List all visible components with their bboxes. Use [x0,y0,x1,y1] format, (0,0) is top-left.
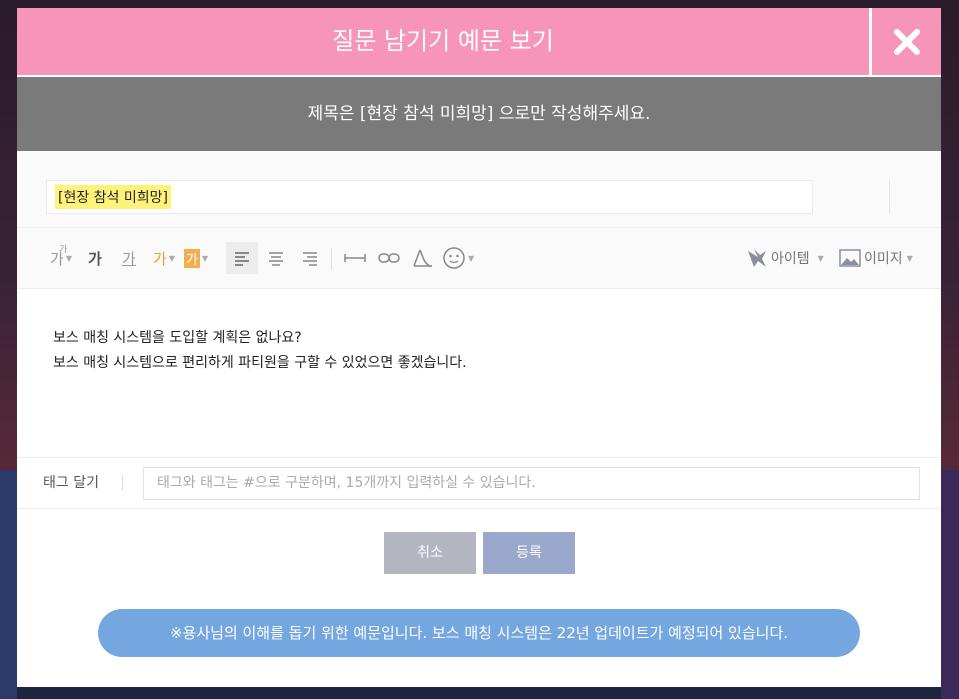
chevron-down-icon: ▼ [201,253,209,263]
underline-button[interactable]: 가 [122,228,136,288]
horizontal-rule-icon [344,254,366,262]
item-button[interactable]: 아이템 ▼ [746,228,824,288]
item-icon [748,249,766,267]
font-size-button[interactable]: 가가 ▼ [50,228,72,288]
emoji-icon [443,247,465,269]
cancel-button[interactable]: 취소 [384,532,476,574]
font-color-icon: 가 [153,249,167,268]
tag-row: 태그 달기 태그와 태그는 #으로 구분하며, 15개까지 입력하실 수 있습니… [17,457,941,509]
align-left-button[interactable] [226,242,258,274]
image-label: 이미지 [864,251,903,267]
title-row: [현장 참석 미희망] [17,151,941,227]
map-button[interactable] [410,228,434,288]
tag-input[interactable]: 태그와 태그는 #으로 구분하며, 15개까지 입력하실 수 있습니다. [143,467,920,500]
title-row-divider [889,180,890,214]
background-right [941,470,959,699]
title-value: [현장 참석 미희망] [55,185,171,209]
chevron-down-icon: ▼ [65,253,72,263]
close-icon [893,28,920,55]
font-color-button[interactable]: 가 ▼ [153,228,175,288]
bold-button[interactable]: 가 [88,228,102,288]
map-pin-icon [413,249,432,267]
editor-line: 보스 매칭 시스템으로 편리하게 파티원을 구할 수 있었으면 좋겠습니다. [53,355,467,371]
tag-divider [122,475,123,491]
align-center-button[interactable] [266,228,286,288]
image-button[interactable]: 이미지 ▼ [839,228,913,288]
editor-line: 보스 매칭 시스템을 도입할 계획은 없나요? [53,330,302,346]
tag-label: 태그 달기 [43,475,99,491]
chevron-down-icon: ▼ [906,253,913,263]
align-right-icon [303,252,317,266]
submit-button[interactable]: 등록 [483,532,575,574]
notice-bar: 제목은 [현장 참석 미희망] 으로만 작성해주세요. [17,77,941,151]
question-example-modal: 질문 남기기 예문 보기 제목은 [현장 참석 미희망] 으로만 작성해주세요.… [17,8,941,687]
background-color-button[interactable]: 가 ▼ [184,228,208,288]
close-button[interactable] [872,8,941,75]
link-icon [378,253,400,263]
align-right-button[interactable] [300,228,320,288]
chevron-down-icon: ▼ [468,253,475,263]
item-label: 아이템 [771,251,810,267]
underline-icon: 가 [122,249,136,268]
title-input[interactable]: [현장 참석 미희망] [46,180,813,214]
align-center-icon [269,252,283,266]
image-icon [839,249,861,267]
editor-body[interactable]: 보스 매칭 시스템을 도입할 계획은 없나요? 보스 매칭 시스템으로 편리하게… [17,289,941,457]
link-button[interactable] [377,228,401,288]
modal-title: 질문 남기기 예문 보기 [332,27,554,55]
chevron-down-icon: ▼ [817,253,824,263]
info-banner: ※용사님의 이해를 돕기 위한 예문입니다. 보스 매칭 시스템은 22년 업데… [98,609,860,657]
font-size-icon: 가가 [50,244,68,268]
align-left-icon [235,252,249,266]
emoji-button[interactable]: ▼ [442,228,474,288]
editor-toolbar: 가가 ▼ 가 가 가 ▼ 가 ▼ ▼ 아이템 ▼ 이미지 ▼ [17,227,941,289]
bold-icon: 가 [88,249,102,268]
chevron-down-icon: ▼ [168,253,175,263]
modal-header: 질문 남기기 예문 보기 [17,8,941,75]
horizontal-rule-button[interactable] [343,228,367,288]
toolbar-divider [331,248,332,270]
background-left [0,470,17,699]
background-color-icon: 가 [184,248,200,268]
